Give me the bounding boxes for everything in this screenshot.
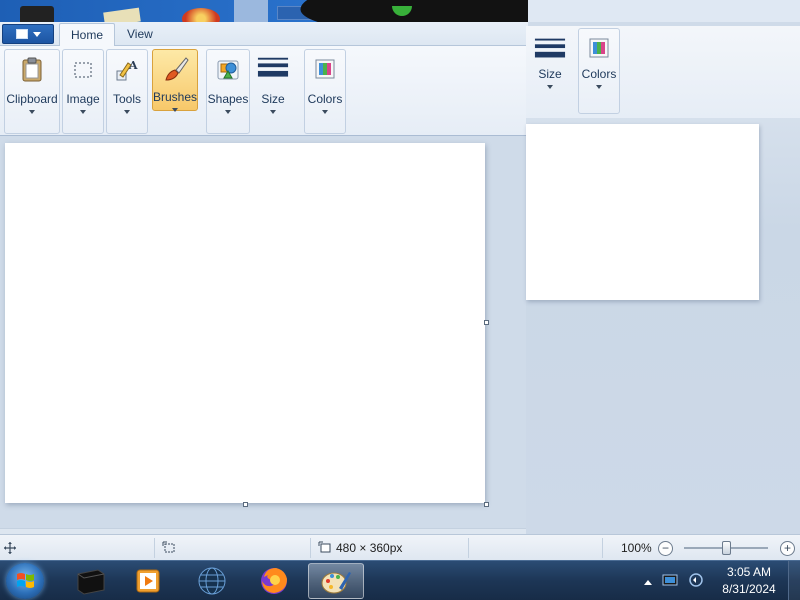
- ribbon-group-size[interactable]: Size: [252, 49, 294, 134]
- chevron-down-icon: [32, 31, 41, 37]
- overlay-canvas: [526, 124, 759, 300]
- svg-text:A: A: [128, 59, 138, 72]
- media-player-icon: [136, 569, 160, 593]
- chevron-down-icon: [124, 110, 130, 114]
- ribbon-group-label: Size: [261, 92, 285, 106]
- tab-home[interactable]: Home: [59, 23, 116, 47]
- canvas-resize-handle-bottom[interactable]: [243, 502, 248, 507]
- plus-icon: +: [780, 540, 795, 556]
- paint-icon: [321, 572, 351, 594]
- status-bar: 480 × 360px 100% − +: [0, 534, 800, 560]
- taskbar-app-media-player[interactable]: [120, 563, 176, 599]
- select-icon: [67, 54, 99, 86]
- overlay-window: Size Colors: [526, 26, 800, 534]
- chevron-down-icon: [596, 85, 602, 89]
- minus-icon: −: [658, 540, 673, 556]
- taskbar-app-firefox[interactable]: [246, 563, 302, 599]
- ribbon-group-label: Tools: [112, 92, 141, 106]
- shapes-icon: [212, 54, 244, 86]
- size-icon: [257, 54, 289, 86]
- chevron-down-icon: [322, 110, 328, 114]
- overlay-ribbon: Size Colors: [526, 26, 800, 118]
- windows-logo-icon: [17, 573, 34, 588]
- colors-icon: [583, 33, 615, 65]
- chevron-down-icon: [29, 110, 35, 114]
- taskbar: 3:05 AM 8/31/2024: [0, 560, 800, 600]
- start-button[interactable]: [6, 563, 44, 599]
- ribbon-tab-bar: Home View: [0, 22, 528, 47]
- status-separator: [310, 538, 311, 558]
- taskbar-app-globe[interactable]: [184, 563, 240, 599]
- chevron-up-icon: [644, 580, 652, 585]
- taskbar-app-paint[interactable]: [308, 563, 364, 599]
- ribbon-group-label: Clipboard: [6, 92, 58, 106]
- ribbon: Clipboard Image A Tools Brushes Shapes S…: [0, 46, 528, 136]
- document-icon: [15, 29, 28, 39]
- chevron-down-icon: [225, 110, 231, 114]
- ribbon-group-brushes[interactable]: Brushes: [152, 49, 198, 112]
- tools-icon: A: [111, 54, 143, 86]
- colors-icon: [309, 54, 341, 86]
- ribbon-group-label: Shapes: [207, 92, 249, 106]
- tab-view[interactable]: View: [116, 23, 164, 46]
- system-tray: [644, 561, 704, 600]
- chevron-down-icon: [547, 85, 553, 89]
- ribbon-group-label: Size: [538, 67, 562, 81]
- clock-date: 8/31/2024: [722, 582, 776, 596]
- app-menu-button[interactable]: [2, 24, 54, 44]
- ribbon-group-shapes[interactable]: Shapes: [206, 49, 250, 134]
- clock-time: 3:05 AM: [726, 565, 772, 579]
- chevron-down-icon: [80, 110, 86, 114]
- ribbon-group-colors[interactable]: Colors: [304, 49, 346, 134]
- desktop-background: [0, 0, 800, 22]
- overlay-window-titlebar: [528, 0, 800, 22]
- show-hidden-icons-button[interactable]: [644, 574, 652, 588]
- ribbon-group-label: Brushes: [152, 90, 198, 104]
- firefox-icon: [261, 568, 287, 594]
- clipboard-icon: [16, 54, 48, 86]
- status-separator: [468, 538, 469, 558]
- show-desktop-button[interactable]: [788, 561, 800, 600]
- selection-size-icon: [162, 535, 176, 561]
- globe-icon: [198, 567, 226, 595]
- zoom-level: 100%: [621, 541, 652, 555]
- zoom-slider-thumb[interactable]: [722, 541, 731, 555]
- brush-icon: [159, 54, 191, 84]
- image-size-text: 480 × 360px: [336, 541, 403, 555]
- ribbon-group-label: Colors: [307, 92, 343, 106]
- ribbon-group-label: Colors: [581, 67, 617, 81]
- desktop-icon: [20, 6, 54, 22]
- network-icon[interactable]: [662, 574, 678, 589]
- overlay-group-size[interactable]: Size: [528, 28, 572, 113]
- chevron-down-icon: [270, 110, 276, 114]
- taskbar-app-terminal[interactable]: [62, 563, 118, 599]
- zoom-in-button[interactable]: +: [780, 535, 795, 561]
- terminal-icon: [77, 569, 105, 595]
- image-size-icon: [318, 541, 331, 553]
- overlay-group-colors[interactable]: Colors: [578, 28, 620, 114]
- cursor-position-icon: [4, 535, 16, 561]
- ribbon-group-clipboard[interactable]: Clipboard: [4, 49, 60, 134]
- chevron-down-icon: [172, 108, 178, 112]
- desktop-icon: [182, 8, 220, 22]
- desktop-icon: [234, 0, 268, 22]
- zoom-out-button[interactable]: −: [658, 535, 673, 561]
- status-separator: [602, 538, 603, 558]
- canvas-resize-handle-corner[interactable]: [484, 502, 489, 507]
- desktop-icon: [103, 7, 141, 22]
- ribbon-group-image[interactable]: Image: [62, 49, 104, 134]
- image-size-readout: 480 × 360px: [318, 535, 402, 561]
- status-separator: [154, 538, 155, 558]
- canvas-resize-handle-right[interactable]: [484, 320, 489, 325]
- ribbon-group-tools[interactable]: A Tools: [106, 49, 148, 134]
- ribbon-group-label: Image: [66, 92, 100, 106]
- drawing-canvas[interactable]: [5, 143, 485, 503]
- paint-window: Home View Clipboard Image A Tools Brushe…: [0, 22, 528, 534]
- volume-icon[interactable]: [688, 572, 704, 591]
- size-icon: [534, 33, 566, 65]
- taskbar-clock[interactable]: 3:05 AM 8/31/2024: [712, 564, 786, 598]
